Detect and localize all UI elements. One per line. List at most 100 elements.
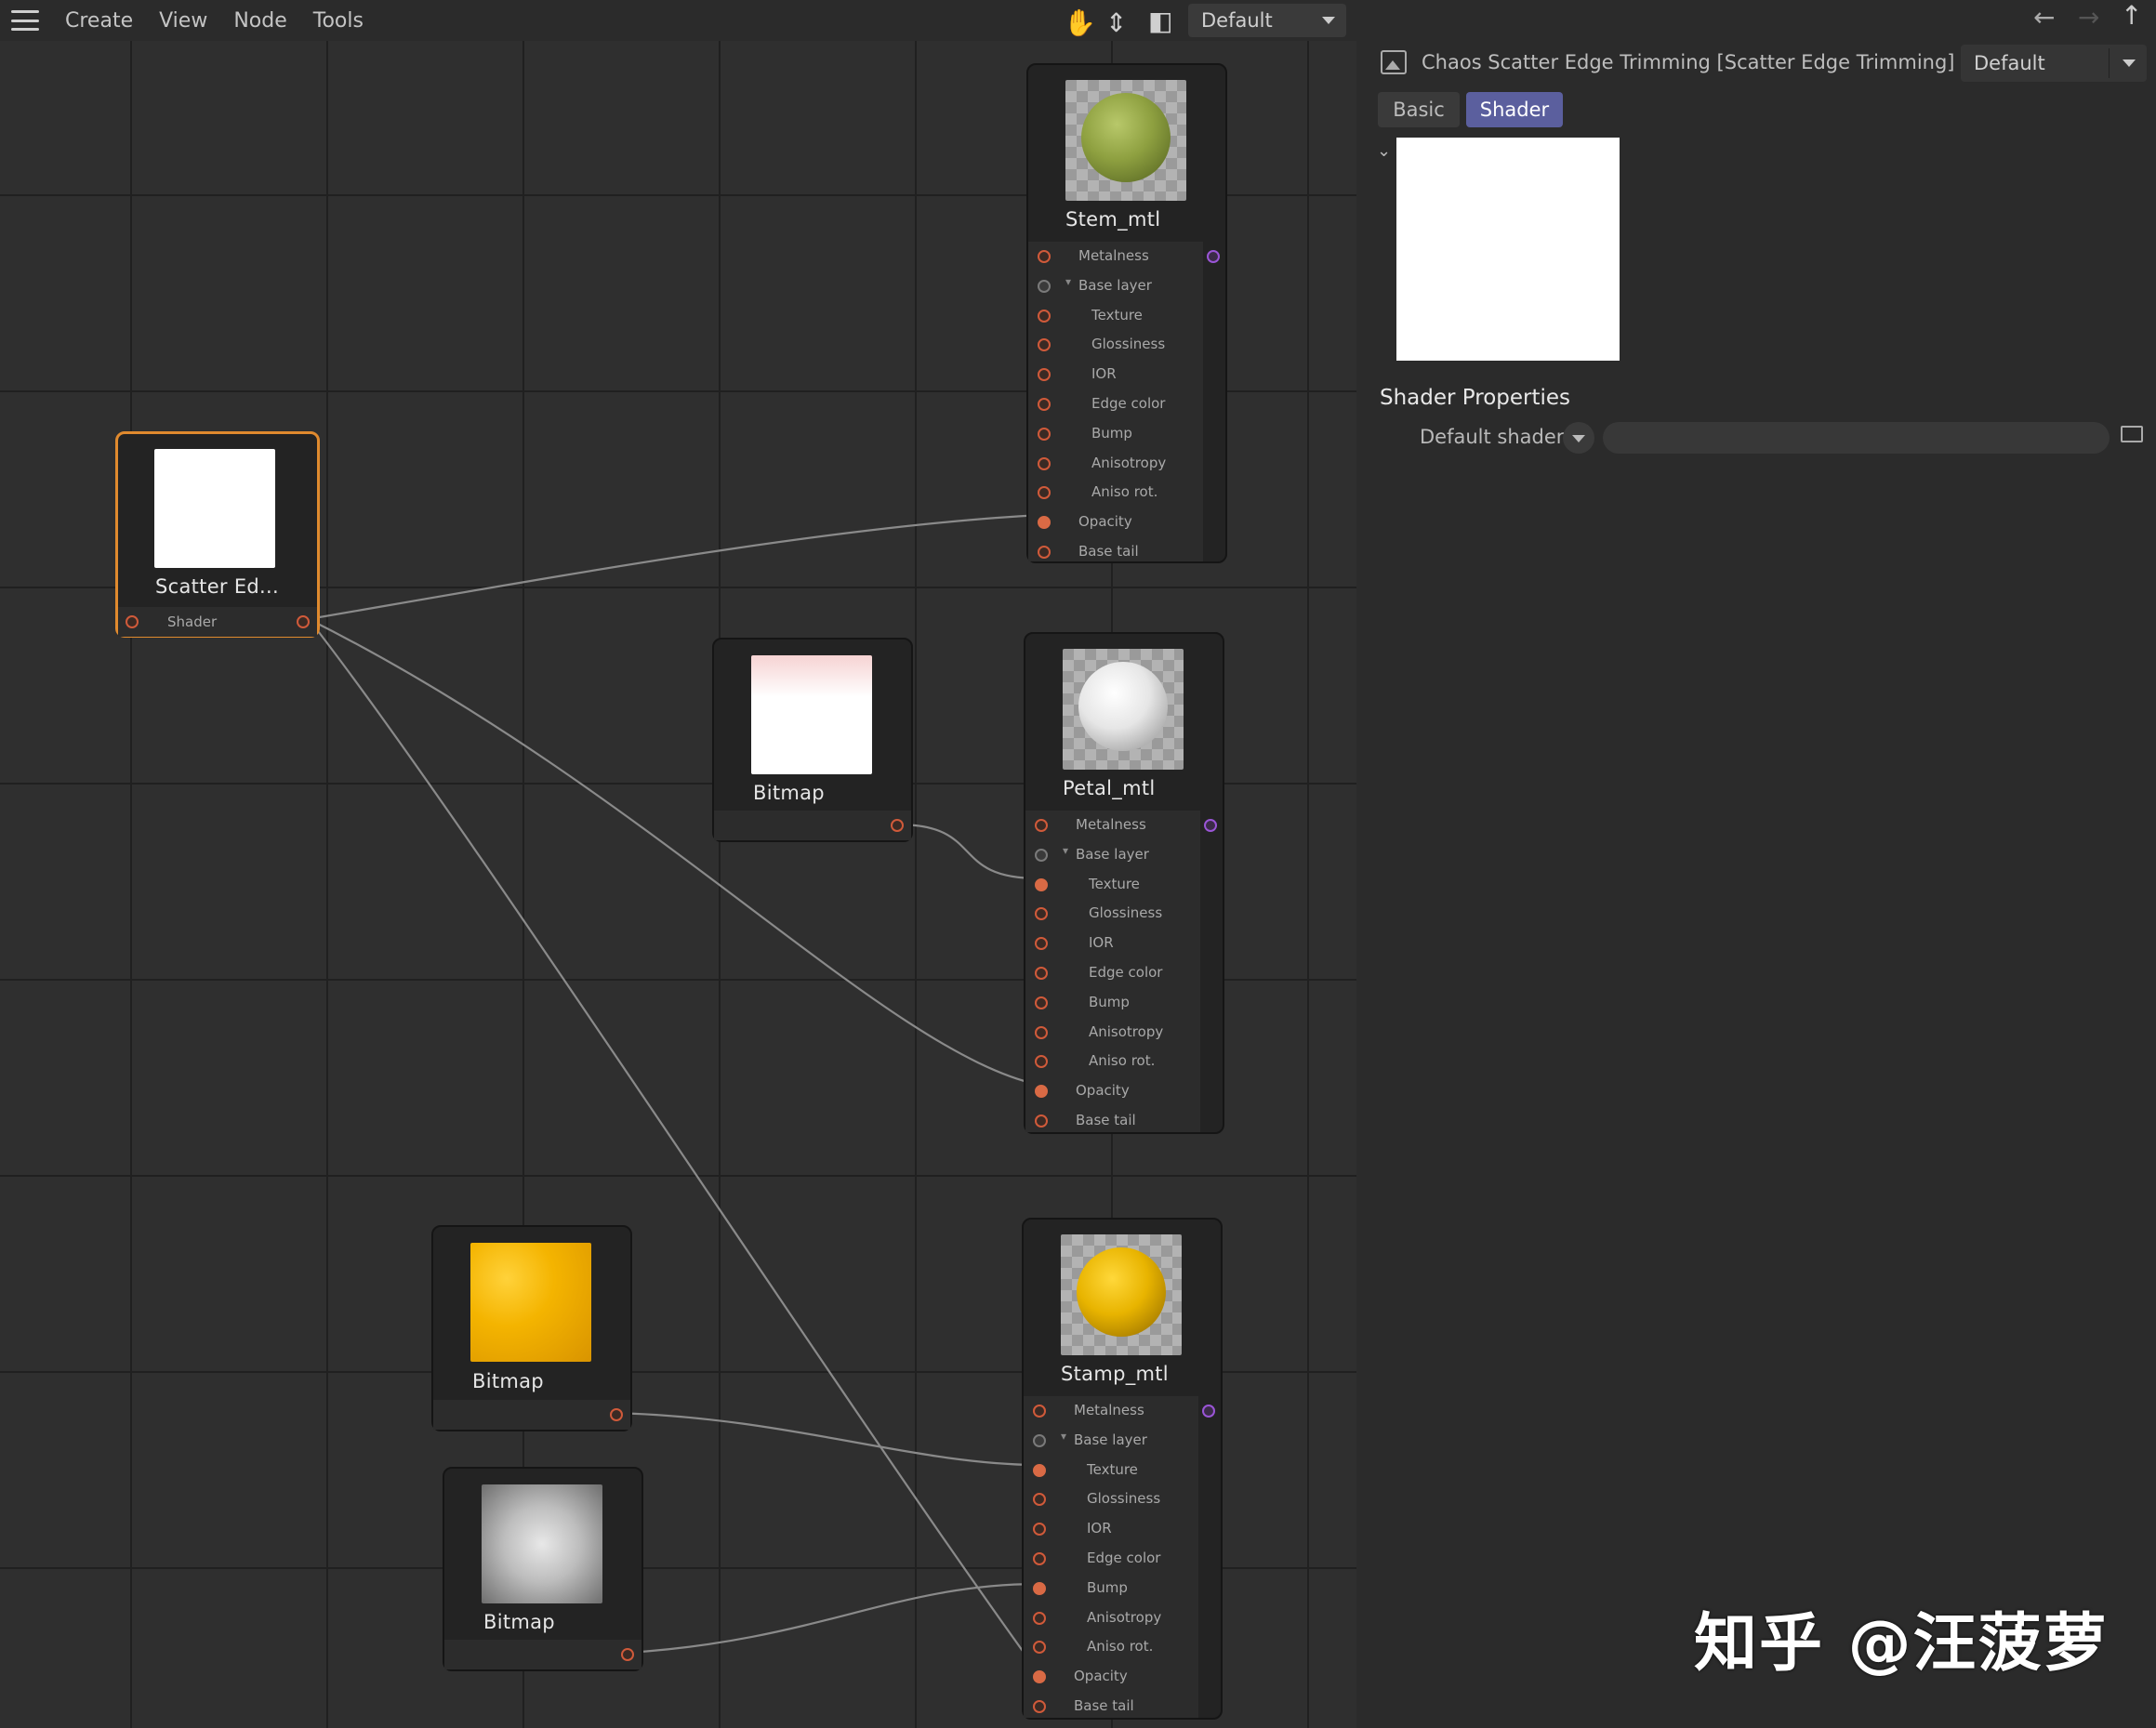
input-port-dot[interactable] [1033,1552,1046,1565]
node-thumbnail [1061,1234,1182,1355]
node-title: Bitmap [483,1611,555,1633]
node-bitmap-3[interactable]: Bitmap [443,1467,643,1671]
menu-node[interactable]: Node [233,9,286,33]
input-port-dot[interactable] [1038,486,1051,500]
node-bitmap-1[interactable]: Bitmap [712,638,913,842]
input-port-dot[interactable] [1033,1581,1046,1595]
canvas-preset-dropdown[interactable]: Default [1188,4,1346,37]
node-port-row [714,811,911,840]
output-port-dot[interactable] [621,1648,634,1661]
input-port-dot[interactable] [1033,1611,1046,1625]
input-port-dot[interactable] [1038,368,1051,382]
node-petal-mtl[interactable]: Petal_mtl Metalness ▾ Base layer Texture Glos… [1024,632,1224,1134]
material-port-row: ▾ Base layer [1025,840,1223,870]
output-port-dot[interactable] [1204,819,1217,832]
input-port-dot[interactable] [1033,1493,1046,1507]
arrow-right-icon[interactable]: → [2078,2,2099,33]
hand-icon[interactable]: ✋ [1064,7,1096,38]
collapse-chevron-icon[interactable]: ⌄ [1377,141,1391,161]
input-port-dot[interactable] [1038,546,1051,559]
input-port-dot[interactable] [1035,1025,1048,1039]
input-port-dot[interactable] [1035,848,1048,862]
material-port-row: IOR [1024,1514,1221,1544]
input-port-dot[interactable] [1038,398,1051,411]
dropdown-separator [2109,48,2110,78]
menu-create[interactable]: Create [65,9,133,33]
material-port-row: Edge color [1025,958,1223,988]
output-port-dot[interactable] [610,1408,623,1421]
input-port-dot[interactable] [1035,907,1048,921]
input-port-dot[interactable] [1038,309,1051,323]
input-port-dot[interactable] [1033,1405,1046,1418]
default-shader-field[interactable] [1603,422,2110,454]
input-port-dot[interactable] [1033,1433,1046,1447]
node-bitmap-2[interactable]: Bitmap [431,1225,632,1431]
input-port-dot[interactable] [1035,996,1048,1009]
material-port-row: IOR [1028,360,1225,389]
input-port-dot[interactable] [1033,1641,1046,1655]
node-thumbnail [1063,649,1184,770]
input-port-dot[interactable] [1035,967,1048,980]
input-port-dot[interactable] [126,615,139,628]
properties-panel: ← → ↑ Chaos Scatter Edge Trimming [Scatt… [1356,0,2156,1728]
output-port-dot[interactable] [297,615,310,628]
folder-icon[interactable] [2121,426,2143,442]
material-port-row: Bump [1028,419,1225,449]
material-port-row: Bump [1024,1574,1221,1603]
input-port-dot[interactable] [1038,456,1051,470]
node-stem-mtl[interactable]: Stem_mtl Metalness ▾ Base layer Texture Gloss… [1026,63,1227,563]
tab-shader[interactable]: Shader [1466,92,1563,127]
input-port-dot[interactable] [1033,1700,1046,1713]
image-icon [1381,50,1407,74]
port-label: Edge color [1087,1550,1161,1566]
input-port-dot[interactable] [1033,1523,1046,1537]
port-label: Base tail [1078,543,1139,560]
input-port-dot[interactable] [1035,819,1048,832]
panel-title: Chaos Scatter Edge Trimming [Scatter Edg… [1422,51,1955,73]
expand-triangle-icon[interactable]: ▾ [1063,844,1068,857]
port-label: Edge color [1089,964,1163,981]
input-port-dot[interactable] [1038,516,1051,530]
hamburger-menu-icon[interactable] [11,10,39,31]
input-port-dot[interactable] [1038,250,1051,263]
expand-triangle-icon[interactable]: ▾ [1065,275,1071,288]
input-port-dot[interactable] [1038,427,1051,441]
port-label: Anisotropy [1087,1608,1162,1626]
output-port-dot[interactable] [891,819,904,832]
material-port-row: IOR [1025,929,1223,958]
input-port-dot[interactable] [1035,1085,1048,1099]
node-stamp-mtl[interactable]: Stamp_mtl Metalness ▾ Base layer Texture Glos… [1022,1218,1223,1720]
output-port-dot[interactable] [1202,1405,1215,1418]
node-scatter-edge-trimming[interactable]: Scatter Ed... Shader [115,431,320,638]
menu-view[interactable]: View [159,9,207,33]
input-port-dot[interactable] [1035,1055,1048,1069]
port-label: Anisotropy [1091,454,1167,471]
output-port-dot[interactable] [1207,250,1220,263]
port-label: Edge color [1091,395,1166,412]
material-port-list: Metalness ▾ Base layer Texture Glossiness IOR… [1024,1396,1221,1718]
shader-properties-heading: Shader Properties [1380,386,1571,410]
input-port-dot[interactable] [1033,1670,1046,1684]
material-port-row: Opacity [1028,508,1225,537]
input-port-dot[interactable] [1038,279,1051,293]
tab-basic[interactable]: Basic [1378,92,1460,127]
panel-preset-dropdown[interactable]: Default [1961,45,2147,82]
port-label: Anisotropy [1089,1022,1164,1040]
menu-tools[interactable]: Tools [313,9,364,33]
input-port-dot[interactable] [1035,1115,1048,1128]
material-port-row: Glossiness [1024,1484,1221,1514]
input-port-dot[interactable] [1038,338,1051,352]
pin-icon[interactable]: ⇕ [1105,7,1127,38]
arrow-left-icon[interactable]: ← [2033,2,2055,33]
material-port-row: Opacity [1025,1076,1223,1106]
input-port-dot[interactable] [1035,877,1048,891]
port-label: Metalness [1078,247,1149,264]
port-label: Aniso rot. [1091,483,1158,501]
default-shader-dropdown-button[interactable] [1563,422,1594,454]
layout-icon[interactable]: ◧ [1148,6,1172,36]
expand-triangle-icon[interactable]: ▾ [1061,1430,1066,1443]
input-port-dot[interactable] [1033,1463,1046,1477]
port-label: Aniso rot. [1089,1052,1156,1070]
input-port-dot[interactable] [1035,937,1048,951]
arrow-up-icon[interactable]: ↑ [2121,0,2142,31]
